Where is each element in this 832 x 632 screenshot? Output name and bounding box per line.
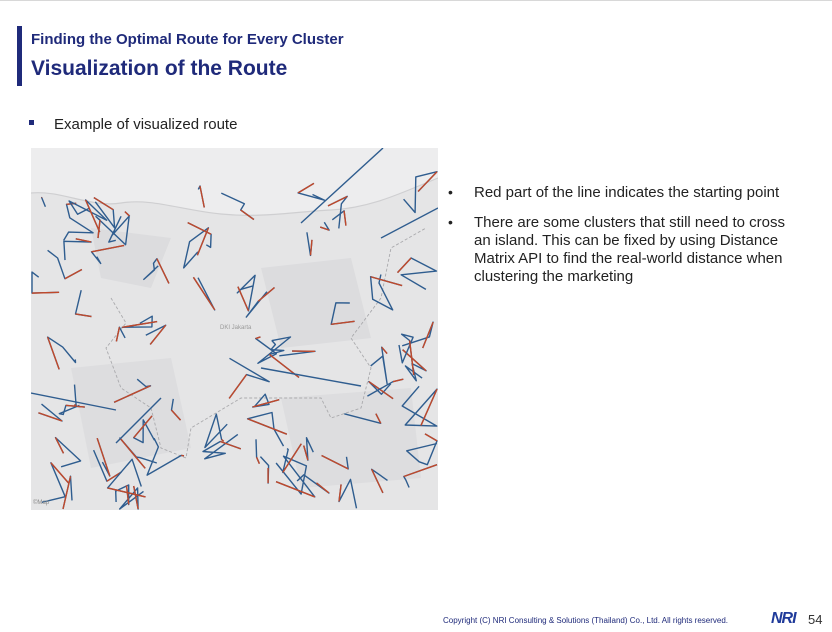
- route-polyline: [396, 257, 438, 291]
- route-start-segment: [370, 276, 403, 287]
- square-bullet-icon: [29, 119, 34, 125]
- route-polyline: [40, 196, 47, 208]
- page-number: 54: [808, 612, 823, 627]
- route-start-segment: [54, 437, 65, 454]
- route-start-segment: [38, 412, 63, 422]
- route-start-segment: [115, 327, 121, 342]
- route-polyline: [38, 403, 63, 422]
- left-bullet: Example of visualized route: [29, 116, 237, 133]
- route-long-segment: [380, 207, 438, 239]
- route-start-segment: [392, 378, 404, 383]
- land-patch: [261, 258, 371, 348]
- route-start-segment: [192, 276, 216, 311]
- route-start-segment: [221, 438, 225, 442]
- bullet-dot-icon: •: [448, 214, 453, 230]
- route-long-segment: [260, 367, 362, 387]
- route-start-segment: [309, 239, 313, 256]
- slide-title: Visualization of the Route: [31, 57, 288, 80]
- right-bullet-list: • Red part of the line indicates the star…: [445, 184, 805, 298]
- route-polyline: [118, 485, 144, 510]
- route-polyline: [46, 336, 77, 370]
- route-start-segment: [156, 258, 170, 284]
- right-bullet-text: There are some clusters that still need …: [474, 214, 785, 285]
- route-polyline: [54, 436, 82, 468]
- title-accent-bar: [17, 26, 22, 86]
- route-start-segment: [75, 313, 92, 318]
- route-start-segment: [247, 418, 288, 435]
- land-patch: [281, 388, 421, 488]
- nri-logo: NRI: [771, 610, 797, 627]
- right-bullet-item: • There are some clusters that still need…: [445, 214, 805, 286]
- route-map: DKI Jakarta ©Map: [31, 148, 438, 510]
- route-polyline: [31, 271, 60, 294]
- land-patch: [91, 228, 171, 288]
- route-polyline: [369, 274, 403, 311]
- right-bullet-item: • Red part of the line indicates the star…: [445, 184, 805, 202]
- route-start-segment: [255, 456, 261, 464]
- route-start-segment: [255, 336, 261, 340]
- route-polyline: [63, 238, 92, 261]
- route-start-segment: [149, 324, 167, 345]
- right-bullet-text: Red part of the line indicates the start…: [474, 184, 780, 201]
- route-start-segment: [64, 268, 83, 280]
- route-start-segment: [228, 374, 248, 399]
- route-polyline: [228, 357, 270, 399]
- route-start-segment: [343, 210, 347, 226]
- route-start-segment: [424, 433, 438, 442]
- top-divider: [0, 0, 832, 1]
- route-polyline: [74, 290, 92, 318]
- route-start-segment: [422, 321, 434, 349]
- route-start-segment: [397, 257, 412, 274]
- route-polyline: [182, 227, 210, 269]
- route-polyline: [370, 346, 388, 385]
- left-bullet-text: Example of visualized route: [54, 116, 238, 133]
- map-credit: ©Map: [33, 500, 50, 506]
- footer-copyright: Copyright (C) NRI Consulting & Solutions…: [443, 616, 729, 625]
- slide-subtitle: Finding the Optimal Route for Every Clus…: [31, 31, 344, 48]
- route-start-segment: [420, 388, 438, 426]
- route-start-segment: [31, 291, 60, 294]
- bullet-dot-icon: •: [448, 184, 453, 200]
- route-start-segment: [237, 286, 250, 312]
- route-polyline: [246, 411, 288, 447]
- route-start-segment: [124, 211, 130, 217]
- map-place-label: DKI Jakarta: [220, 325, 252, 331]
- route-start-segment: [46, 336, 60, 370]
